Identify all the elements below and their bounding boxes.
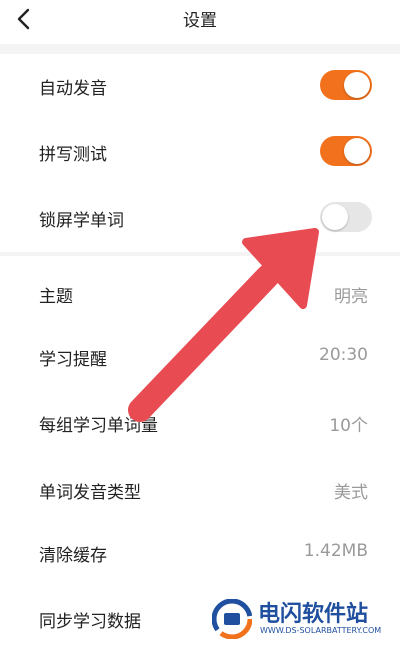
toggle-knob (322, 204, 348, 230)
study-reminder-value: 20:30 (319, 345, 368, 365)
theme-row[interactable]: 主题 明亮 (0, 262, 400, 328)
watermark-logo-icon (212, 599, 252, 639)
toggle-knob (344, 72, 370, 98)
top-bar: 设置 (0, 0, 400, 44)
watermark-title: 电闪软件站 (258, 602, 369, 627)
words-per-group-label: 每组学习单词量 (39, 416, 158, 436)
auto-pronounce-label: 自动发音 (39, 79, 107, 99)
auto-pronounce-toggle[interactable] (320, 70, 372, 100)
spelling-test-row: 拼写测试 (0, 120, 400, 186)
clear-cache-value: 1.42MB (303, 541, 368, 561)
sync-data-label: 同步学习数据 (39, 612, 141, 632)
clear-cache-label: 清除缓存 (39, 546, 107, 566)
toggle-settings-group: 自动发音 拼写测试 锁屏学单词 (0, 54, 400, 252)
auto-pronounce-row: 自动发音 (0, 54, 400, 120)
clear-cache-row[interactable]: 清除缓存 1.42MB (0, 521, 400, 587)
spelling-test-toggle[interactable] (320, 136, 372, 166)
general-settings-group: 主题 明亮 学习提醒 20:30 每组学习单词量 10个 单词发音类型 美式 清… (0, 256, 400, 645)
lockscreen-words-label: 锁屏学单词 (39, 211, 124, 231)
pronunciation-type-value: 美式 (334, 483, 368, 503)
spelling-test-label: 拼写测试 (39, 145, 107, 165)
study-reminder-row[interactable]: 学习提醒 20:30 (0, 325, 400, 391)
watermark: 电闪软件站 WWW.DS-SOLARBATTERY.COM (198, 592, 400, 645)
lockscreen-words-row: 锁屏学单词 (0, 186, 400, 252)
pronunciation-type-label: 单词发音类型 (39, 483, 141, 503)
theme-value: 明亮 (334, 287, 368, 307)
lockscreen-words-toggle[interactable] (320, 202, 372, 232)
toggle-knob (344, 138, 370, 164)
page-title: 设置 (183, 11, 217, 31)
words-per-group-row[interactable]: 每组学习单词量 10个 (0, 391, 400, 457)
study-reminder-label: 学习提醒 (39, 350, 107, 370)
pronunciation-type-row[interactable]: 单词发音类型 美式 (0, 458, 400, 524)
words-per-group-value: 10个 (329, 416, 368, 436)
watermark-url: WWW.DS-SOLARBATTERY.COM (260, 626, 382, 635)
theme-label: 主题 (39, 287, 73, 307)
